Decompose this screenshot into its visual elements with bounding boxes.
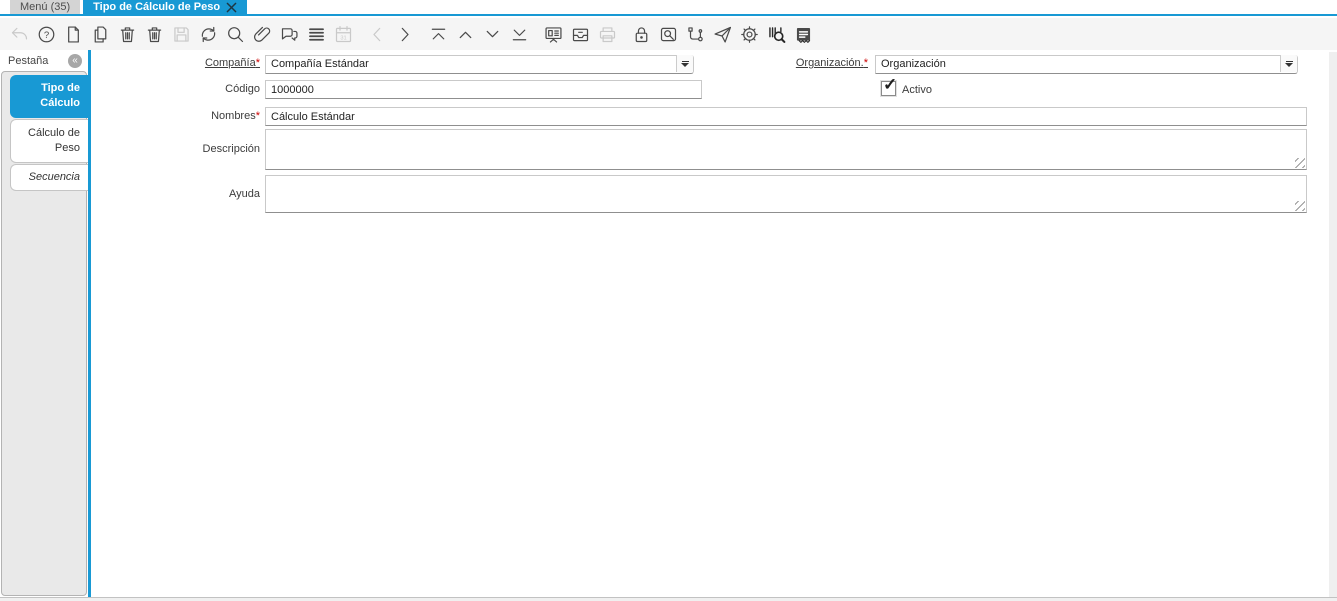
resize-grip[interactable] xyxy=(1295,201,1305,211)
bottom-border xyxy=(0,597,1337,601)
names-label: Nombres* xyxy=(211,110,260,122)
active-checkbox[interactable]: ✓ xyxy=(881,76,897,96)
refresh-icon[interactable] xyxy=(195,21,222,47)
last-record-icon[interactable] xyxy=(506,21,533,47)
sidebar-title: Pestaña xyxy=(8,54,49,67)
required-asterisk: * xyxy=(863,57,868,69)
help-label: Ayuda xyxy=(229,188,260,200)
window-tab-bar: Menú (35) Tipo de Cálculo de Peso xyxy=(0,0,1337,16)
first-record-icon[interactable] xyxy=(425,21,452,47)
help-icon[interactable]: ? xyxy=(33,21,60,47)
dropdown-button[interactable] xyxy=(1280,55,1297,72)
detail-record-icon[interactable] xyxy=(391,21,418,47)
archive-icon[interactable] xyxy=(567,21,594,47)
collapse-sidebar-button[interactable]: « xyxy=(68,53,82,68)
calendar-icon: 31 xyxy=(330,21,357,47)
company-combobox[interactable] xyxy=(265,54,694,74)
attachment-icon[interactable] xyxy=(249,21,276,47)
company-input[interactable] xyxy=(265,54,694,74)
organization-input[interactable] xyxy=(875,54,1298,74)
required-asterisk: * xyxy=(255,110,260,122)
workflow-icon[interactable] xyxy=(682,21,709,47)
tab-label: Tipo de Cálculo de Peso xyxy=(93,1,221,13)
organization-combobox[interactable] xyxy=(875,54,1298,74)
sidebar-tab-tipo-de-calculo[interactable]: Tipo de Cálculo xyxy=(10,75,88,118)
next-record-icon[interactable] xyxy=(479,21,506,47)
resize-grip[interactable] xyxy=(1295,158,1305,168)
delete-record-icon[interactable] xyxy=(114,21,141,47)
names-input[interactable] xyxy=(265,107,1307,126)
scrollbar-gutter xyxy=(1329,52,1337,597)
organization-label[interactable]: Organización.* xyxy=(708,57,868,69)
svg-text:31: 31 xyxy=(340,35,346,41)
required-asterisk: * xyxy=(255,57,260,69)
find-icon[interactable] xyxy=(222,21,249,47)
zoom-across-icon[interactable] xyxy=(655,21,682,47)
grid-toggle-icon[interactable] xyxy=(303,21,330,47)
dropdown-button[interactable] xyxy=(676,55,693,72)
chat-icon[interactable] xyxy=(276,21,303,47)
tab-menu[interactable]: Menú (35) xyxy=(10,0,81,14)
sidebar-header: Pestaña « xyxy=(0,50,88,71)
toolbar: ? 31 xyxy=(0,18,1337,50)
print-icon xyxy=(594,21,621,47)
company-label[interactable]: Compañía* xyxy=(100,57,260,69)
undo-icon xyxy=(6,21,33,47)
description-label: Descripción xyxy=(202,143,260,155)
description-textarea[interactable] xyxy=(265,129,1307,170)
save-icon xyxy=(168,21,195,47)
new-record-icon[interactable] xyxy=(60,21,87,47)
checkmark-icon: ✓ xyxy=(883,75,898,94)
preference-icon[interactable] xyxy=(736,21,763,47)
private-record-lock-icon[interactable] xyxy=(628,21,655,47)
sidebar-tab-label: Tipo de Cálculo xyxy=(40,82,80,109)
tab-tipo-de-calculo-de-peso[interactable]: Tipo de Cálculo de Peso xyxy=(83,0,248,14)
active-label: Activo xyxy=(902,84,932,96)
sidebar-tab-secuencia[interactable]: Secuencia xyxy=(10,164,88,191)
sidebar-tab-label: Cálculo de Peso xyxy=(28,127,80,154)
help-textarea[interactable] xyxy=(265,175,1307,213)
product-info-icon[interactable] xyxy=(763,21,790,47)
copy-record-icon[interactable] xyxy=(87,21,114,47)
code-input[interactable] xyxy=(265,80,702,99)
previous-record-icon[interactable] xyxy=(452,21,479,47)
sidebar-tab-calculo-de-peso[interactable]: Cálculo de Peso xyxy=(10,119,88,163)
tab-menu-label: Menú (35) xyxy=(20,1,71,13)
performance-icon[interactable] xyxy=(540,21,567,47)
request-icon[interactable] xyxy=(709,21,736,47)
svg-text:?: ? xyxy=(44,30,49,41)
close-icon[interactable] xyxy=(226,2,237,13)
delete-selection-icon[interactable] xyxy=(141,21,168,47)
parent-record-icon xyxy=(364,21,391,47)
report-icon[interactable] xyxy=(790,21,817,47)
sidebar-tab-label: Secuencia xyxy=(28,171,80,183)
code-label: Código xyxy=(225,83,260,95)
